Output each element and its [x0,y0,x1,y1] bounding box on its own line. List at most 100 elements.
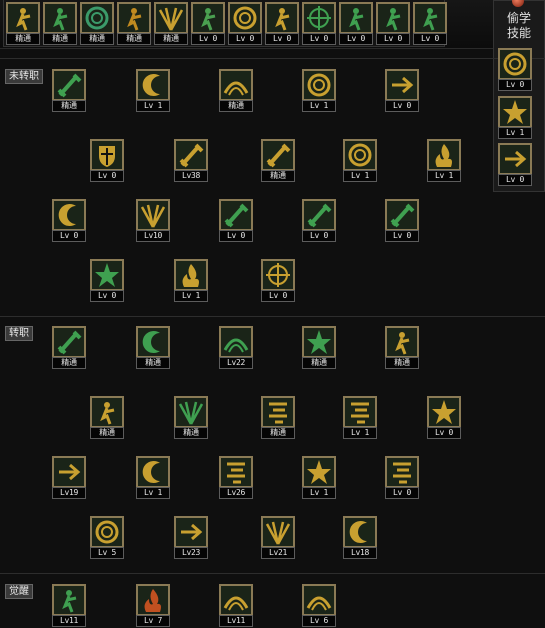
skill-leap-cut[interactable]: 精通 [90,396,124,440]
skill-level-label: Lv11 [219,615,253,627]
skill-wind-awaken[interactable]: Lv11 [219,584,253,628]
skill-thrust[interactable]: Lv 0 [385,69,419,113]
skill-green-lightning[interactable]: 精通 [52,326,86,370]
skill-thorn-burst[interactable]: 精通 [302,326,336,370]
skill-cross-strike[interactable]: Lv 0 [261,259,295,303]
skill-kneel-strike[interactable]: 精通 [385,326,419,370]
side-skill-1[interactable]: Lv 0 [498,48,532,92]
skill-sword-star[interactable]: Lv 0 [427,396,461,440]
skill-wave-slash[interactable]: 精通 [219,69,253,113]
blade-fan-icon [174,139,208,171]
top-skill-6[interactable]: Lv 0 [191,2,225,46]
skill-hook-slash[interactable]: 精通 [136,326,170,370]
skill-green-sword-2[interactable]: Lv 0 [302,199,336,243]
skill-storm-awaken[interactable]: Lv 6 [302,584,336,628]
triple-blade-icon [261,139,295,171]
wind-wave-icon [219,584,253,616]
sword-star-icon [427,396,461,428]
skill-flow-burst[interactable]: Lv 1 [302,456,336,500]
ring-wave-icon [302,69,336,101]
section-label-base: 未转职 [5,69,43,84]
skill-level-label: Lv22 [219,357,253,369]
fang-icon [261,516,295,548]
green-figure-icon [52,584,86,616]
skill-moon-slash[interactable]: Lv 0 [52,199,86,243]
top-skill-7[interactable]: Lv 0 [228,2,262,46]
skill-flow-lines[interactable]: Lv 0 [385,456,419,500]
skill-level-label: Lv 0 [339,33,373,45]
skill-guard[interactable]: Lv 0 [90,139,124,183]
skill-level-label: Lv 0 [302,33,336,45]
spiral-aura-icon [80,2,114,34]
steal-skill-title: 偷学 技能 [494,11,544,41]
figure-green-icon [191,2,225,34]
skill-level-label: 精通 [43,33,77,45]
top-skill-4[interactable]: 精通 [117,2,151,46]
skill-sword-rain[interactable]: 精通 [52,69,86,113]
target-ring-icon [228,2,262,34]
skill-ring-wave[interactable]: Lv 1 [302,69,336,113]
skill-level-label: 精通 [154,33,188,45]
skill-beast-fang[interactable]: Lv21 [261,516,295,560]
section-divider [0,58,545,59]
starburst-icon [90,259,124,291]
cross-strike-icon [261,259,295,291]
skill-level-label: Lv 0 [498,174,532,186]
skill-burst[interactable]: Lv 0 [90,259,124,303]
skill-level-label: Lv19 [52,487,86,499]
flow-dash-icon [219,456,253,488]
skill-level-label: Lv 0 [385,487,419,499]
figure-gear-icon [413,2,447,34]
skill-level-label: Lv 0 [302,230,336,242]
top-skill-8[interactable]: Lv 0 [265,2,299,46]
skill-flow-moon[interactable]: Lv 1 [136,456,170,500]
steal-skill-title-line2: 技能 [506,26,531,40]
skill-level-label: Lv 0 [261,290,295,302]
lightning-icon [52,326,86,358]
skill-rising-flame[interactable]: Lv 1 [174,259,208,303]
top-skill-11[interactable]: Lv 0 [376,2,410,46]
flow-moon-icon [136,456,170,488]
skill-green-sword-3[interactable]: Lv 0 [385,199,419,243]
hook-icon [136,326,170,358]
skill-level-label: Lv 0 [228,33,262,45]
skill-upper-slash[interactable]: Lv 1 [136,69,170,113]
skill-green-sword-1[interactable]: Lv 0 [219,199,253,243]
skill-green-fan[interactable]: 精通 [174,396,208,440]
side-skill-2[interactable]: Lv 1 [498,96,532,140]
skill-flame-wave[interactable]: Lv 1 [427,139,461,183]
skill-fire-awaken[interactable]: Lv 7 [136,584,170,628]
skill-level-label: Lv21 [261,547,295,559]
section-label-awaken: 觉醒 [5,584,33,599]
skill-level-label: 精通 [136,357,170,369]
skill-green-awaken[interactable]: Lv11 [52,584,86,628]
skill-triple-claw[interactable]: Lv10 [136,199,170,243]
skill-level-label: Lv 0 [90,170,124,182]
skill-arc-arrow[interactable]: Lv23 [174,516,208,560]
top-skill-5[interactable]: 精通 [154,2,188,46]
side-skill-3[interactable]: Lv 0 [498,143,532,187]
top-skill-10[interactable]: Lv 0 [339,2,373,46]
skill-blade-fan[interactable]: Lv38 [174,139,208,183]
e-swirl-icon [343,516,377,548]
skill-flow-glyph[interactable]: 精通 [261,396,295,440]
steal-skill-title-line1: 偷学 [506,11,531,25]
skill-level-label: Lv 0 [90,290,124,302]
skill-multi-stab[interactable]: Lv22 [219,326,253,370]
skill-level-label: 精通 [52,100,86,112]
top-skill-9[interactable]: Lv 0 [302,2,336,46]
top-skill-2[interactable]: 精通 [43,2,77,46]
top-skill-1[interactable]: 精通 [6,2,40,46]
skill-spiral-cut[interactable]: Lv 5 [90,516,124,560]
skill-e-swirl[interactable]: Lv18 [343,516,377,560]
skill-upward-arrow[interactable]: Lv19 [52,456,86,500]
skill-flow-dash[interactable]: Lv26 [219,456,253,500]
skill-level-label: 精通 [117,33,151,45]
skill-triple-blade[interactable]: 精通 [261,139,295,183]
skill-flow-slash[interactable]: Lv 1 [343,396,377,440]
spiral-cut-icon [90,516,124,548]
skill-whirl[interactable]: Lv 1 [343,139,377,183]
top-skill-12[interactable]: Lv 0 [413,2,447,46]
top-skill-3[interactable]: 精通 [80,2,114,46]
leap-figure-icon [90,396,124,428]
